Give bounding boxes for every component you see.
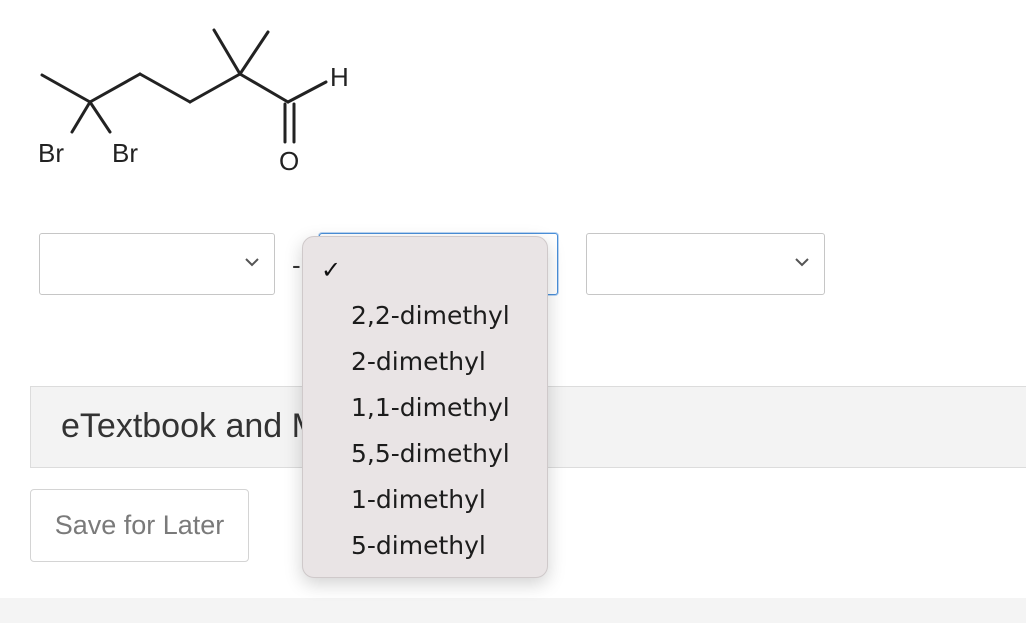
dropdown-option-label: 5-dimethyl (351, 531, 486, 560)
atom-label-hydrogen: H (330, 62, 349, 92)
atom-label-br-1: Br (38, 138, 64, 168)
dropdown-option-1-1-dimethyl[interactable]: 1,1-dimethyl (303, 385, 547, 431)
name-part-select-3[interactable] (586, 233, 825, 295)
dropdown-option-label: 1-dimethyl (351, 485, 486, 514)
molecule-structure: Br Br O H (38, 28, 349, 176)
dropdown-option-label: 1,1-dimethyl (351, 393, 510, 422)
checkmark-icon: ✓ (321, 256, 342, 284)
save-for-later-button[interactable]: Save for Later (30, 489, 249, 562)
name-separator: - (292, 250, 301, 280)
dropdown-option-1-dimethyl[interactable]: 1-dimethyl (303, 477, 547, 523)
dropdown-option-5-dimethyl[interactable]: 5-dimethyl (303, 523, 547, 569)
dropdown-option-2-2-dimethyl[interactable]: 2,2-dimethyl (303, 293, 547, 339)
dropdown-option-label: 2-dimethyl (351, 347, 486, 376)
dropdown-option-label: 2,2-dimethyl (351, 301, 510, 330)
name-part-2-dropdown[interactable]: ✓ 2,2-dimethyl 2-dimethyl 1,1-dimethyl 5… (302, 236, 548, 578)
dropdown-option-2-dimethyl[interactable]: 2-dimethyl (303, 339, 547, 385)
footer-strip (0, 598, 1026, 623)
chevron-down-icon (795, 258, 809, 267)
dropdown-option-label: 5,5-dimethyl (351, 439, 510, 468)
atom-label-oxygen: O (279, 146, 299, 176)
dropdown-option-blank[interactable]: ✓ (303, 247, 547, 293)
name-part-select-1[interactable] (39, 233, 275, 295)
dropdown-option-5-5-dimethyl[interactable]: 5,5-dimethyl (303, 431, 547, 477)
chevron-down-icon (245, 258, 259, 267)
atom-label-br-2: Br (112, 138, 138, 168)
page: Br Br O H - eTextbook and Media Save for… (0, 0, 1026, 623)
